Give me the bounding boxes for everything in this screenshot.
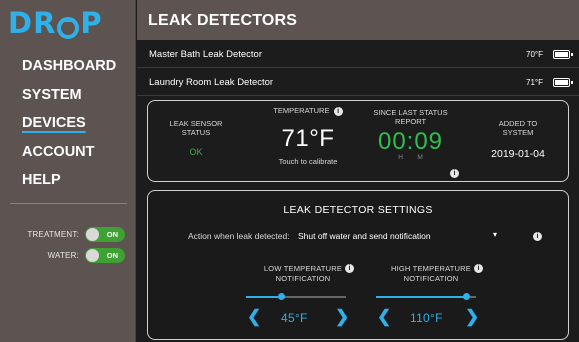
main-nav: DASHBOARD SYSTEM DEVICES ACCOUNT HELP	[22, 55, 116, 198]
leak-sensor-status: LEAK SENSOR STATUS OK	[166, 119, 226, 157]
info-icon[interactable]: i	[450, 169, 459, 178]
nav-item-devices[interactable]: DEVICES	[22, 112, 116, 141]
drop-logo: DR P	[8, 6, 103, 40]
info-icon[interactable]: i	[333, 106, 343, 116]
low-temp-decrease-button[interactable]: ❮	[247, 308, 261, 325]
status-panel: LEAK SENSOR STATUS OK TEMPERATURE i 71°F…	[147, 100, 569, 182]
leak-sensor-label: LEAK SENSOR STATUS	[169, 119, 223, 137]
added-label: ADDED TO SYSTEM	[498, 119, 538, 137]
low-temp-label-block: LOW TEMPERATURE NOTIFICATION	[248, 264, 358, 284]
battery-icon	[553, 49, 573, 59]
since-last-value: 00:09	[377, 128, 444, 155]
low-temp-value: 45°F	[281, 311, 308, 325]
added-to-system: ADDED TO SYSTEM 2019-01-04	[483, 119, 553, 160]
hours-label: H	[398, 154, 403, 161]
device-row-laundry-room[interactable]: Laundry Room Leak Detector 71°F	[137, 69, 579, 96]
chevron-down-icon[interactable]: ▾	[493, 230, 497, 239]
device-temp: 70°F	[526, 49, 543, 59]
toggle-state: ON	[106, 230, 118, 239]
since-last-label: SINCE LAST STATUS REPORT	[373, 108, 448, 126]
calibrate-text: Touch to calibrate	[278, 156, 338, 166]
settings-title: LEAK DETECTOR SETTINGS	[283, 204, 433, 216]
temperature-block[interactable]: TEMPERATURE i 71°F Touch to calibrate	[253, 106, 363, 166]
water-toggle-row: WATER: ON	[0, 247, 125, 264]
device-name: Laundry Room Leak Detector	[149, 76, 274, 88]
low-temp-slider[interactable]	[246, 292, 346, 302]
leak-sensor-value: OK	[189, 147, 203, 157]
nav-item-help[interactable]: HELP	[22, 169, 116, 198]
device-temp: 71°F	[526, 77, 543, 87]
info-icon[interactable]: i	[345, 264, 354, 273]
toggle-knob	[86, 249, 99, 262]
minutes-label: M	[417, 154, 423, 161]
water-drop-icon	[57, 12, 80, 39]
treatment-toggle-row: TREATMENT: ON	[0, 226, 125, 243]
high-temp-label-block: HIGH TEMPERATURE NOTIFICATION	[376, 264, 486, 284]
last-report-block: SINCE LAST STATUS REPORT 00:09 H M	[373, 108, 448, 161]
slider-fill	[376, 296, 466, 298]
battery-icon	[553, 77, 573, 87]
nav-item-account[interactable]: ACCOUNT	[22, 141, 116, 170]
toggle-state: ON	[106, 251, 118, 260]
high-temp-value: 110°F	[410, 311, 443, 325]
device-row-master-bath[interactable]: Master Bath Leak Detector 70°F	[137, 41, 579, 68]
nav-item-system[interactable]: SYSTEM	[22, 84, 116, 113]
action-label: Action when leak detected:	[188, 231, 290, 241]
sidebar-divider	[10, 203, 127, 204]
page-title: LEAK DETECTORS	[148, 12, 298, 29]
toggle-knob	[86, 228, 99, 241]
slider-thumb[interactable]	[462, 293, 470, 300]
sidebar: DR P DASHBOARD SYSTEM DEVICES ACCOUNT HE…	[0, 0, 136, 342]
slider-fill	[246, 296, 281, 298]
device-name: Master Bath Leak Detector	[149, 48, 262, 60]
info-icon[interactable]: i	[533, 232, 542, 241]
info-icon[interactable]: i	[474, 264, 483, 273]
high-temp-decrease-button[interactable]: ❮	[377, 308, 391, 325]
temperature-label: TEMPERATURE	[273, 106, 330, 115]
page-header: LEAK DETECTORS	[137, 0, 579, 40]
treatment-label: TREATMENT:	[27, 230, 79, 239]
water-label: WATER:	[47, 251, 79, 260]
high-temp-increase-button[interactable]: ❯	[465, 308, 479, 325]
temperature-value: 71°F	[281, 124, 335, 152]
settings-panel: LEAK DETECTOR SETTINGS Action when leak …	[147, 190, 569, 340]
nav-item-dashboard[interactable]: DASHBOARD	[22, 55, 116, 84]
high-temp-slider[interactable]	[376, 292, 476, 302]
added-value: 2019-01-04	[491, 148, 545, 160]
low-temp-label: LOW TEMPERATURE NOTIFICATION	[263, 264, 343, 283]
water-toggle[interactable]: ON	[85, 248, 125, 263]
slider-thumb[interactable]	[277, 293, 285, 300]
treatment-toggle[interactable]: ON	[85, 227, 125, 242]
action-dropdown[interactable]: Shut off water and send notification	[298, 231, 431, 241]
low-temp-increase-button[interactable]: ❯	[335, 308, 349, 325]
high-temp-label: HIGH TEMPERATURE NOTIFICATION	[390, 264, 471, 283]
